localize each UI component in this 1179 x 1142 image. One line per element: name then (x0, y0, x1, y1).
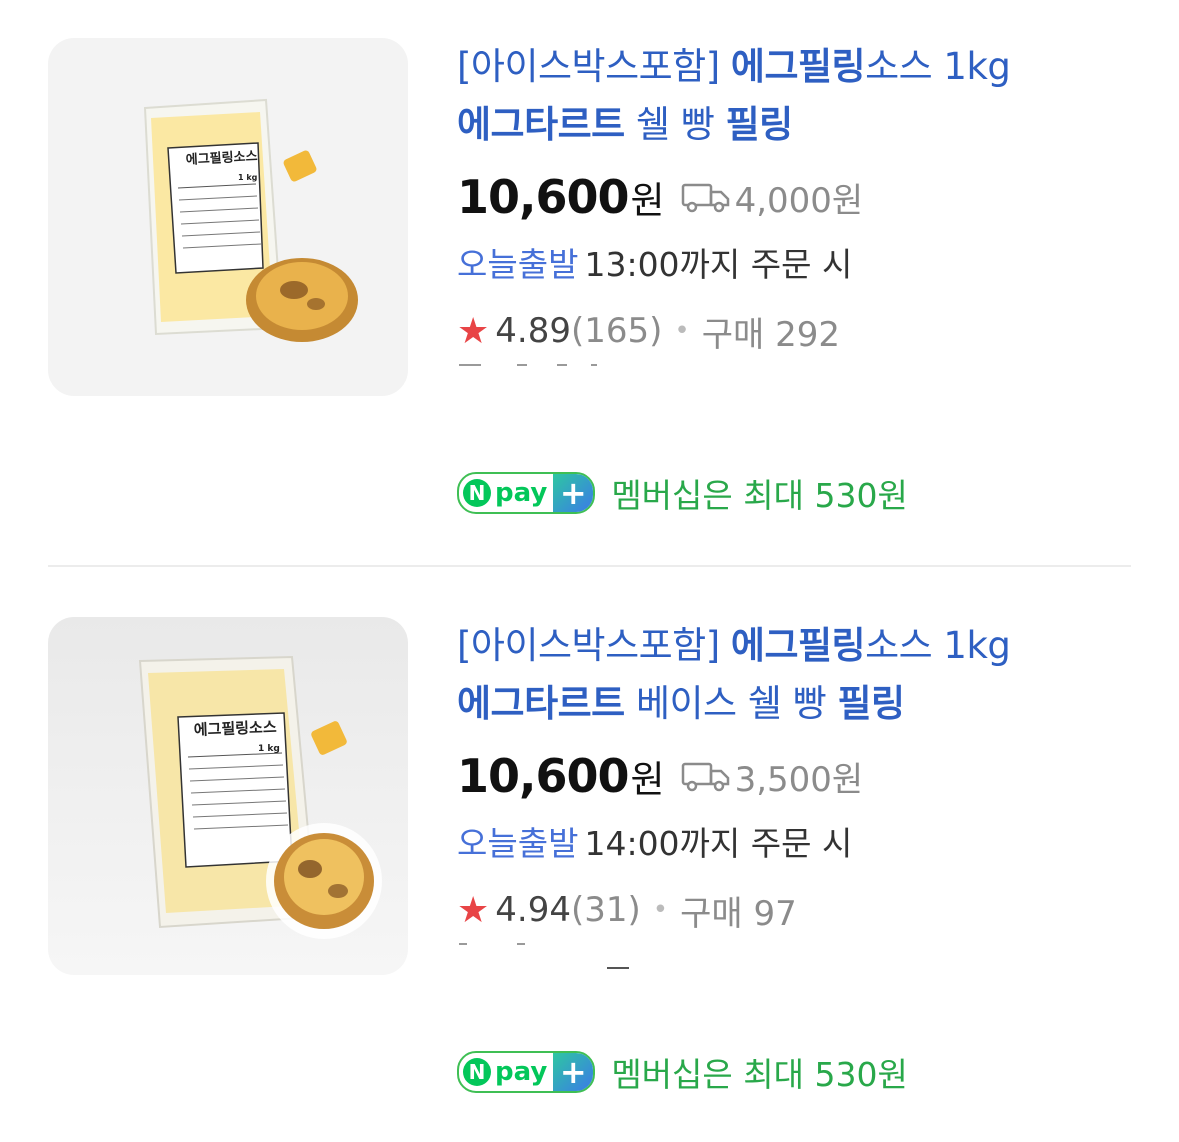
product-thumbnail[interactable]: 에그필링소스 1 kg (48, 38, 408, 396)
star-icon: ★ (457, 310, 490, 352)
shipping-amount: 4,000원 (734, 180, 864, 221)
today-text: 13:00까지 주문 시 (584, 245, 853, 284)
shipping-amount: 3,500원 (734, 759, 864, 800)
rating-value: 4.94 (495, 890, 571, 930)
title-highlight: 에그타르트 (457, 103, 625, 146)
title-text: 소스 1kg (865, 624, 1011, 667)
product-title[interactable]: [아이스박스포함] 에그필링소스 1kg 에그타르트 베이스 쉘 빵 필링 (457, 617, 1147, 733)
title-highlight: 에그타르트 (457, 682, 625, 725)
rating-value: 4.89 (495, 311, 571, 351)
title-highlight: 필링 (725, 103, 794, 146)
product-title[interactable]: [아이스박스포함] 에그필링소스 1kg 에그타르트 쉘 빵 필링 (457, 38, 1147, 154)
rating-row: ★ 4.94 (31) • 구매 97 (457, 885, 1147, 935)
review-count: (31) (570, 890, 641, 930)
separator-dot: • (674, 316, 690, 346)
plus-icon: + (553, 474, 594, 512)
title-highlight: 에그필링 (730, 45, 866, 88)
star-icon: ★ (457, 889, 490, 931)
today-dispatch: 오늘출발 13:00까지 주문 시 (457, 240, 1147, 290)
rating-row: ★ 4.89 (165) • 구매 292 (457, 306, 1147, 356)
npay-benefit: N pay + 멤버십은 최대 530원 (457, 469, 908, 517)
npay-label: 멤버십은 최대 530원 (611, 1055, 908, 1094)
package-label: 에그필링소스 (194, 718, 278, 739)
product-thumbnail[interactable]: 에그필링소스 1 kg (48, 617, 408, 975)
price-unit: 원 (630, 758, 665, 801)
title-prefix: [아이스박스포함] (457, 624, 731, 667)
price-row: 10,600 원 4,000원 (457, 166, 1147, 228)
price-unit: 원 (630, 179, 665, 222)
truck-icon (681, 183, 729, 213)
review-count: (165) (570, 311, 663, 351)
truck-icon (681, 762, 729, 792)
npay-text: pay (495, 478, 548, 508)
price-row: 10,600 원 3,500원 (457, 745, 1147, 807)
today-text: 14:00까지 주문 시 (584, 824, 853, 863)
price: 10,600 (457, 170, 630, 224)
clipped-text-line (457, 360, 1147, 374)
title-prefix: [아이스박스포함] (457, 45, 731, 88)
npay-badge: N pay + (457, 1051, 596, 1093)
title-text: 베이스 쉘 빵 (624, 682, 838, 725)
purchase-count: 구매 97 (680, 893, 797, 934)
shipping-fee: 4,000원 (681, 173, 864, 222)
today-label: 오늘출발 (457, 824, 579, 863)
clipped-text-line (457, 963, 1147, 977)
today-label: 오늘출발 (457, 245, 579, 284)
title-text: 소스 1kg (865, 45, 1011, 88)
purchase-count: 구매 292 (701, 314, 841, 355)
clipped-text-line (457, 939, 1147, 953)
today-dispatch: 오늘출발 14:00까지 주문 시 (457, 819, 1147, 869)
npay-benefit: N pay + 멤버십은 최대 530원 (457, 1048, 908, 1096)
npay-label: 멤버십은 최대 530원 (611, 476, 908, 515)
divider (48, 565, 1131, 567)
package-weight: 1 kg (238, 173, 258, 182)
npay-n-icon: N (463, 1058, 491, 1086)
title-highlight: 필링 (837, 682, 905, 725)
package-weight: 1 kg (258, 744, 280, 754)
shipping-fee: 3,500원 (681, 752, 864, 801)
plus-icon: + (553, 1053, 594, 1091)
npay-text: pay (495, 1057, 548, 1087)
price: 10,600 (457, 749, 630, 803)
npay-badge: N pay + (457, 472, 596, 514)
separator-dot: • (652, 895, 669, 925)
title-highlight: 에그필링 (730, 624, 866, 667)
npay-n-icon: N (463, 479, 491, 507)
title-text: 쉘 빵 (624, 103, 726, 146)
product-image: 에그필링소스 1 kg (138, 655, 382, 939)
product-image: 에그필링소스 1 kg (143, 98, 358, 342)
